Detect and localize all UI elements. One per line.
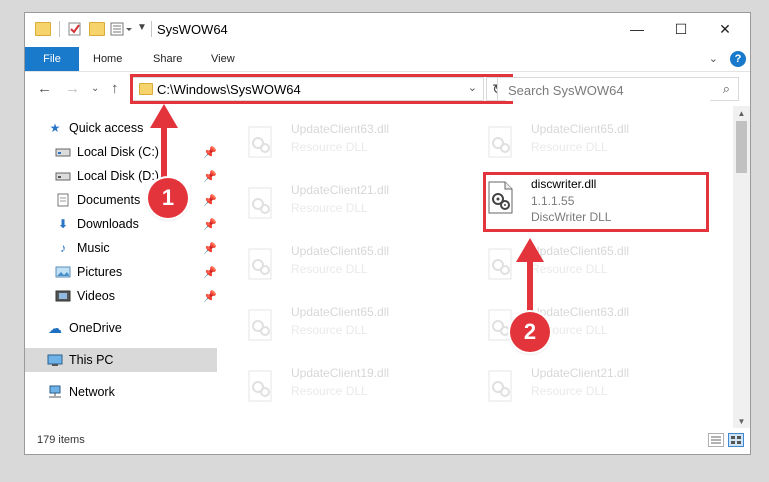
step-1-callout: 1 [148, 178, 188, 218]
annotation-arrows [150, 104, 544, 317]
step-2-callout: 2 [510, 312, 550, 352]
